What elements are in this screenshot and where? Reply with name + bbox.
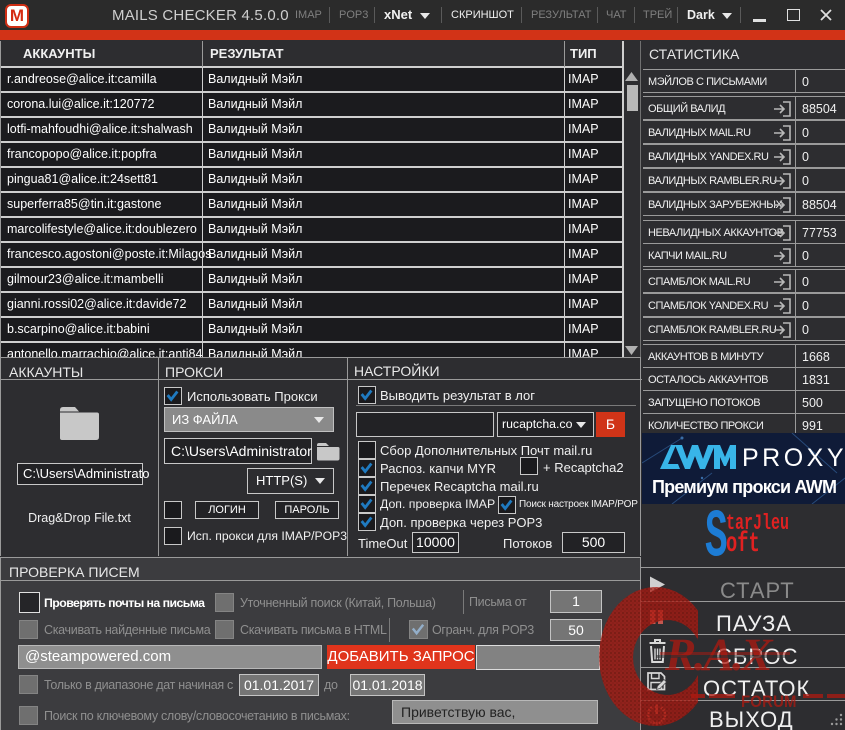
svg-text:Премиум прокси AWM: Премиум прокси AWM — [652, 477, 837, 497]
svg-text:PROXY: PROXY — [742, 444, 845, 472]
